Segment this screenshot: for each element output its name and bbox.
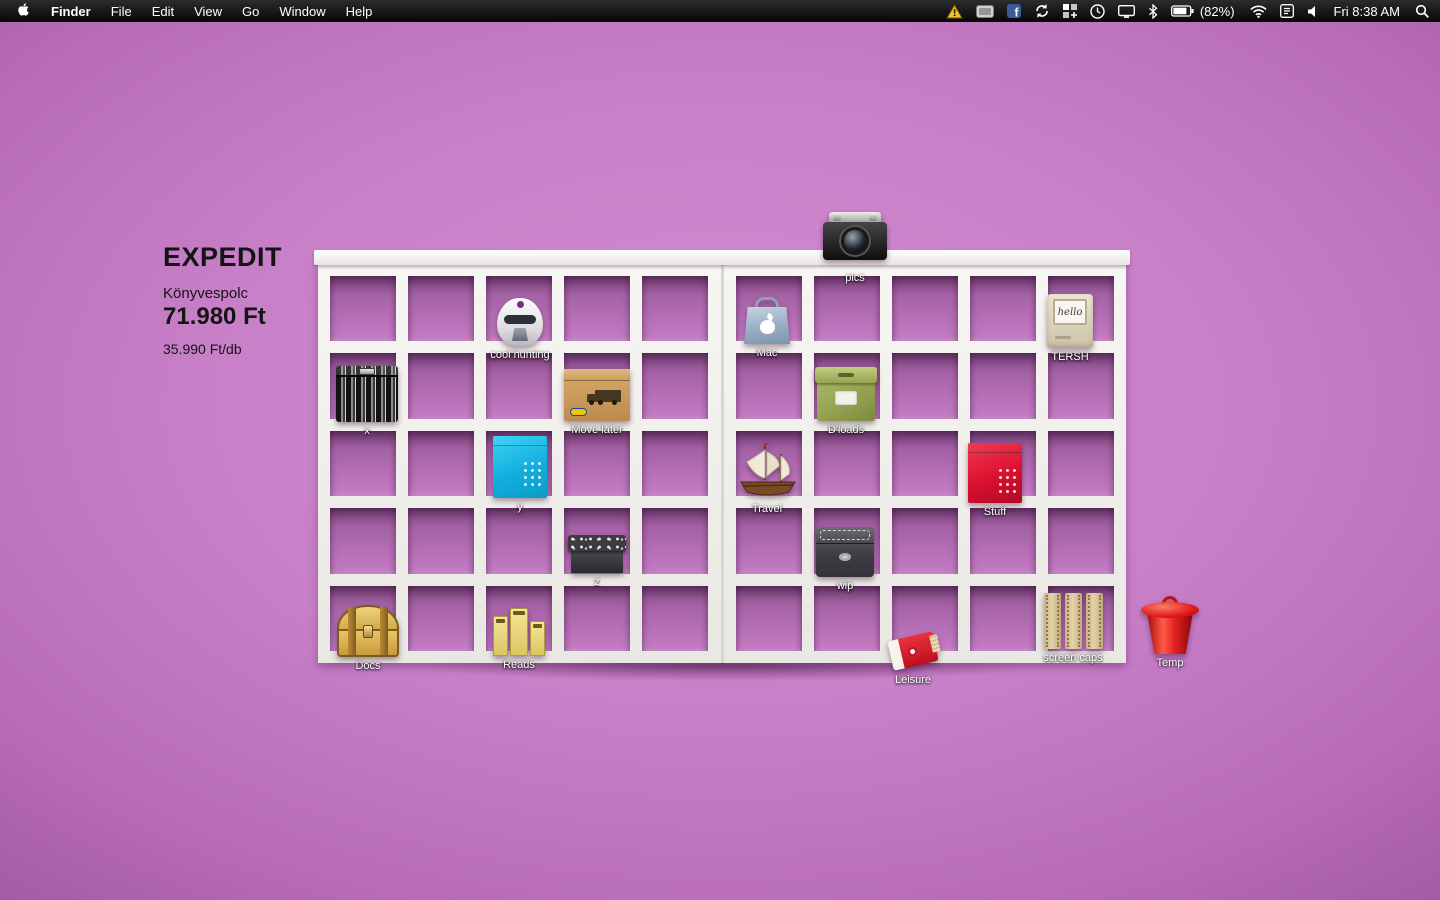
bluetooth-icon[interactable] [1148,4,1158,19]
desktop-icon-cool-hunting[interactable]: cool hunting [465,282,575,361]
battery-icon [1171,5,1194,17]
trash-can-icon [1141,590,1199,654]
paper-folders-icon [1044,585,1103,649]
icon-label: Temp [1157,657,1184,669]
icon-label: Docs [355,660,380,672]
desktop-icon-docs[interactable]: Docs [313,593,423,672]
grid-plus-icon[interactable] [1063,4,1077,18]
desktop-icon-x[interactable]: x [312,358,422,437]
wifi-icon[interactable] [1250,5,1267,18]
menu-bar: Finder File Edit View Go Window Help f [0,0,1440,22]
menu-left: Finder File Edit View Go Window Help [6,0,382,22]
floral-box-icon [568,509,626,573]
icon-label: TERSH [1051,351,1088,363]
red-pack-icon [890,607,936,671]
icon-label: screen caps [1043,652,1102,664]
desktop-icon-y[interactable]: y [465,434,575,513]
desktop-icon-screen-caps[interactable]: screen caps [1018,585,1128,664]
menu-status-area: f (82%) [946,4,1434,19]
icon-label: wip [837,580,854,592]
desktop-icon-mac[interactable]: Mac [712,280,822,359]
icon-label: pics [845,272,865,284]
menu-item-window[interactable]: Window [269,0,335,22]
camera-icon [823,196,887,260]
menu-item-help[interactable]: Help [336,0,383,22]
menu-item-edit[interactable]: Edit [142,0,184,22]
icon-label: y [517,501,523,513]
book-files-icon [493,592,545,656]
icon-label: Move later [571,424,622,436]
desktop-icon-leisure[interactable]: Leisure [858,607,968,686]
desktop-icon-stuff[interactable]: Stuff [940,439,1050,518]
display-icon[interactable] [1118,5,1135,18]
cardboard-box-icon [564,357,630,421]
cyan-box-icon [493,434,547,498]
time-machine-icon[interactable] [1090,4,1105,19]
product-name: EXPEDIT [163,242,282,273]
classic-mac-icon: hello [1047,284,1093,348]
menu-item-file[interactable]: File [101,0,142,22]
icon-label: Travel [752,503,782,515]
desktop-icon-move-later[interactable]: Move later [542,357,652,436]
desktop-icon-travel[interactable]: Travel [712,436,822,515]
menu-item-view[interactable]: View [184,0,232,22]
menu-item-finder[interactable]: Finder [41,0,101,22]
desktop-icon-tersh[interactable]: hello TERSH [1015,284,1125,363]
menubar-clock[interactable]: Fri 8:38 AM [1332,4,1402,19]
icon-label: z [594,576,600,588]
product-subtitle: Könyvespolc [163,285,282,302]
oldmac-screen-text: hello [1058,307,1083,318]
desktop: EXPEDIT Könyvespolc 71.980 Ft 35.990 Ft/… [0,0,1440,900]
apple-menu[interactable] [6,2,41,20]
desktop-icon-temp[interactable]: Temp [1115,590,1225,669]
icon-label: Reads [503,659,535,671]
shelf-top-board [314,250,1130,265]
icon-label: D'loads [828,424,864,436]
apple-logo-icon [17,2,30,20]
treasure-chest-icon [337,593,399,657]
ship-icon [735,436,799,500]
desktop-icon-z[interactable]: z [542,509,652,588]
menu-item-go[interactable]: Go [232,0,269,22]
spotlight-icon[interactable] [1415,4,1430,19]
battery-menu[interactable]: (82%) [1171,4,1237,19]
apple-bag-icon [744,280,790,344]
volume-icon[interactable] [1307,5,1319,18]
product-unit-price: 35.990 Ft/db [163,341,282,357]
icon-label: Stuff [984,506,1006,518]
sync-icon[interactable] [1034,4,1050,18]
striped-box-icon [336,358,398,422]
desktop-icon-pics[interactable]: pics [800,196,910,284]
icon-label: cool hunting [490,349,549,361]
battery-percent: (82%) [1198,4,1237,19]
product-price: 71.980 Ft [163,303,282,331]
icon-label: x [364,425,370,437]
icon-label: Mac [757,347,778,359]
desktop-icon-wip[interactable]: wip [790,513,900,592]
green-box-icon [817,357,875,421]
icon-label: Leisure [895,674,931,686]
facebook-icon[interactable]: f [1007,4,1021,18]
widget-icon[interactable] [976,5,994,18]
stitched-box-icon [816,513,874,577]
wallpaper-promo: EXPEDIT Könyvespolc 71.980 Ft 35.990 Ft/… [163,242,282,357]
desktop-icon-dloads[interactable]: D'loads [791,357,901,436]
desktop-icon-reads[interactable]: Reads [464,592,574,671]
input-menu-icon[interactable] [1280,4,1294,18]
trooper-helmet-icon [497,282,543,346]
red-box-icon [968,439,1022,503]
warning-icon[interactable] [946,4,963,19]
